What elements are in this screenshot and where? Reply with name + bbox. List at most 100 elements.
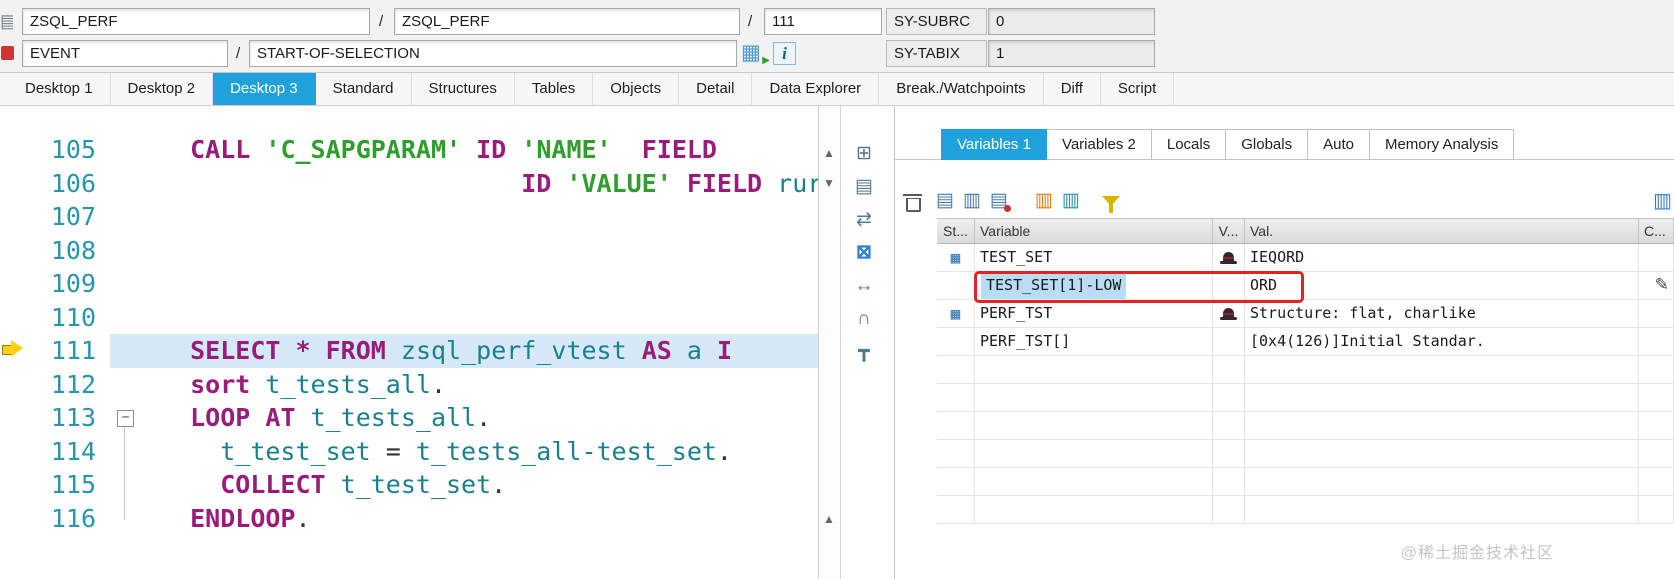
table-row-empty[interactable]	[937, 468, 1674, 496]
table-header-row: St... Variable V... Val. C...	[937, 218, 1674, 244]
tab-structures[interactable]: Structures	[412, 73, 515, 105]
code-line-106[interactable]: 106 ID 'VALUE' FIELD rur	[0, 167, 818, 201]
line-number[interactable]: 116	[0, 502, 110, 536]
watchpoint-icon[interactable]: ∩	[857, 307, 871, 331]
variable-name-cell[interactable]: PERF_TST[]	[975, 328, 1213, 355]
line-number[interactable]: 110	[0, 301, 110, 335]
code-line-112[interactable]: 112 sort t_tests_all.	[0, 368, 818, 402]
delete-variable-icon[interactable]	[903, 192, 922, 212]
sy-tabix-value[interactable]: 1	[988, 40, 1155, 67]
swap-view-icon[interactable]: ⇄	[856, 208, 872, 232]
line-number[interactable]: 107	[0, 200, 110, 234]
code-line-107[interactable]: 107	[0, 200, 818, 234]
code-line-110[interactable]: 110	[0, 301, 818, 335]
line-number[interactable]: 109	[0, 267, 110, 301]
editor-scrollbar[interactable]: ▲ ▼ ▲	[818, 106, 839, 579]
line-number[interactable]: 115	[0, 468, 110, 502]
column-header-c[interactable]: C...	[1639, 219, 1674, 243]
table-row-empty[interactable]	[937, 496, 1674, 524]
event-field[interactable]: EVENT	[22, 40, 228, 67]
code-line-105[interactable]: 105 CALL 'C_SAPGPARAM' ID 'NAME' FIELD	[0, 133, 818, 167]
tab-globals[interactable]: Globals	[1226, 129, 1309, 160]
tab-detail[interactable]: Detail	[679, 73, 753, 105]
variable-name-cell[interactable]: TEST_SET	[975, 244, 1213, 271]
table-view-icon[interactable]: ⊞	[856, 142, 872, 166]
goto-statement-button[interactable]: ▦ ▶	[741, 41, 770, 66]
layout-icon[interactable]: ▥	[1653, 188, 1672, 213]
variable-value-cell[interactable]: ORD	[1245, 272, 1639, 299]
resize-horizontal-icon[interactable]: ↔	[855, 274, 874, 298]
tab-desktop-2[interactable]: Desktop 2	[111, 73, 214, 105]
tab-variables-1[interactable]: Variables 1	[941, 129, 1047, 160]
table-row-empty[interactable]	[937, 440, 1674, 468]
change-sequence-icon[interactable]: ▥	[1035, 189, 1053, 213]
debugger-header: ▤ ZSQL_PERF / ZSQL_PERF / 111 SY-SUBRC 0…	[0, 0, 1674, 73]
code-line-113[interactable]: 113 LOOP AT t_tests_all.	[0, 401, 818, 435]
services-icon[interactable]: ▤	[855, 175, 873, 199]
tab-memory-analysis[interactable]: Memory Analysis	[1369, 129, 1515, 160]
tab-data-explorer[interactable]: Data Explorer	[752, 73, 880, 105]
code-line-111-current[interactable]: 111 SELECT * FROM zsql_perf_vtest AS a I	[0, 334, 818, 368]
line-number[interactable]: 105	[0, 133, 110, 167]
event-value-field[interactable]: START-OF-SELECTION	[249, 40, 737, 67]
code-line-108[interactable]: 108	[0, 234, 818, 268]
close-split-icon[interactable]: ⊠	[856, 241, 872, 265]
edit-pencil-icon[interactable]: ✎	[1655, 275, 1669, 295]
table-row-icon[interactable]: ▦	[951, 304, 961, 323]
selected-variable-text[interactable]: TEST_SET[1]-LOW	[981, 272, 1127, 299]
sy-subrc-value[interactable]: 0	[988, 8, 1155, 35]
table-row[interactable]: ▦ PERF_TST Structure: flat, charlike	[937, 300, 1674, 328]
table-row-selected[interactable]: TEST_SET[1]-LOW ORD	[937, 272, 1674, 300]
code-line-114[interactable]: 114 t_test_set = t_tests_all-test_set.	[0, 435, 818, 469]
insert-row-icon[interactable]: ▥	[963, 189, 981, 213]
scroll-up-icon[interactable]: ▲	[819, 146, 839, 160]
hierarchy-icon[interactable]: ┳	[858, 340, 869, 364]
edit-table-icon[interactable]: ▤	[936, 189, 954, 213]
code-editor[interactable]: 105 CALL 'C_SAPGPARAM' ID 'NAME' FIELD 1…	[0, 106, 818, 579]
include-field[interactable]: ZSQL_PERF	[394, 8, 740, 35]
info-button[interactable]: i	[773, 42, 796, 65]
code-line-116[interactable]: 116 ENDLOOP.	[0, 502, 818, 536]
tab-locals[interactable]: Locals	[1151, 129, 1227, 160]
tab-variables-2[interactable]: Variables 2	[1046, 129, 1152, 160]
line-number[interactable]: 113	[0, 401, 110, 435]
filter-icon[interactable]	[1101, 196, 1120, 213]
table-row-empty[interactable]	[937, 356, 1674, 384]
table-row-empty[interactable]	[937, 384, 1674, 412]
column-header-val[interactable]: Val.	[1245, 219, 1639, 243]
tab-tables[interactable]: Tables	[515, 73, 594, 105]
tab-desktop-3[interactable]: Desktop 3	[213, 73, 316, 105]
column-header-variable[interactable]: Variable	[975, 219, 1213, 243]
table-row-empty[interactable]	[937, 412, 1674, 440]
line-number-field[interactable]: 111	[764, 8, 882, 35]
variable-value-cell[interactable]: Structure: flat, charlike	[1245, 300, 1639, 327]
table-row[interactable]: ▦ TEST_SET IEQORD	[937, 244, 1674, 272]
variable-name-cell[interactable]: PERF_TST	[975, 300, 1213, 327]
tab-objects[interactable]: Objects	[593, 73, 680, 105]
tab-auto[interactable]: Auto	[1308, 129, 1370, 160]
line-number[interactable]: 106	[0, 167, 110, 201]
code-line-115[interactable]: 115 COLLECT t_test_set.	[0, 468, 818, 502]
line-number[interactable]: 108	[0, 234, 110, 268]
tab-break-watchpoints[interactable]: Break./Watchpoints	[879, 73, 1044, 105]
tab-standard[interactable]: Standard	[316, 73, 412, 105]
column-header-v[interactable]: V...	[1213, 219, 1245, 243]
code-line-109[interactable]: 109	[0, 267, 818, 301]
line-number[interactable]: 114	[0, 435, 110, 469]
variable-value-cell[interactable]: [0x4(126)]Initial Standar.	[1245, 328, 1639, 355]
line-number[interactable]: 112	[0, 368, 110, 402]
delete-row-icon[interactable]: ▤	[990, 189, 1011, 213]
table-row[interactable]: PERF_TST[] [0x4(126)]Initial Standar.	[937, 328, 1674, 356]
tab-diff[interactable]: Diff	[1044, 73, 1101, 105]
variables-toolbar: ▤ ▥ ▤ ▥ ▥	[903, 188, 1120, 214]
column-header-status[interactable]: St...	[937, 219, 975, 243]
tab-desktop-1[interactable]: Desktop 1	[8, 73, 111, 105]
variable-value-cell[interactable]: IEQORD	[1245, 244, 1639, 271]
tab-script[interactable]: Script	[1101, 73, 1175, 105]
scroll-down-icon[interactable]: ▼	[819, 176, 839, 190]
table-row-icon[interactable]: ▦	[951, 248, 961, 267]
line-number[interactable]: 111	[0, 334, 110, 368]
swap-columns-icon[interactable]: ▥	[1062, 189, 1080, 213]
program-field[interactable]: ZSQL_PERF	[22, 8, 370, 35]
scroll-up-icon[interactable]: ▲	[819, 512, 839, 526]
